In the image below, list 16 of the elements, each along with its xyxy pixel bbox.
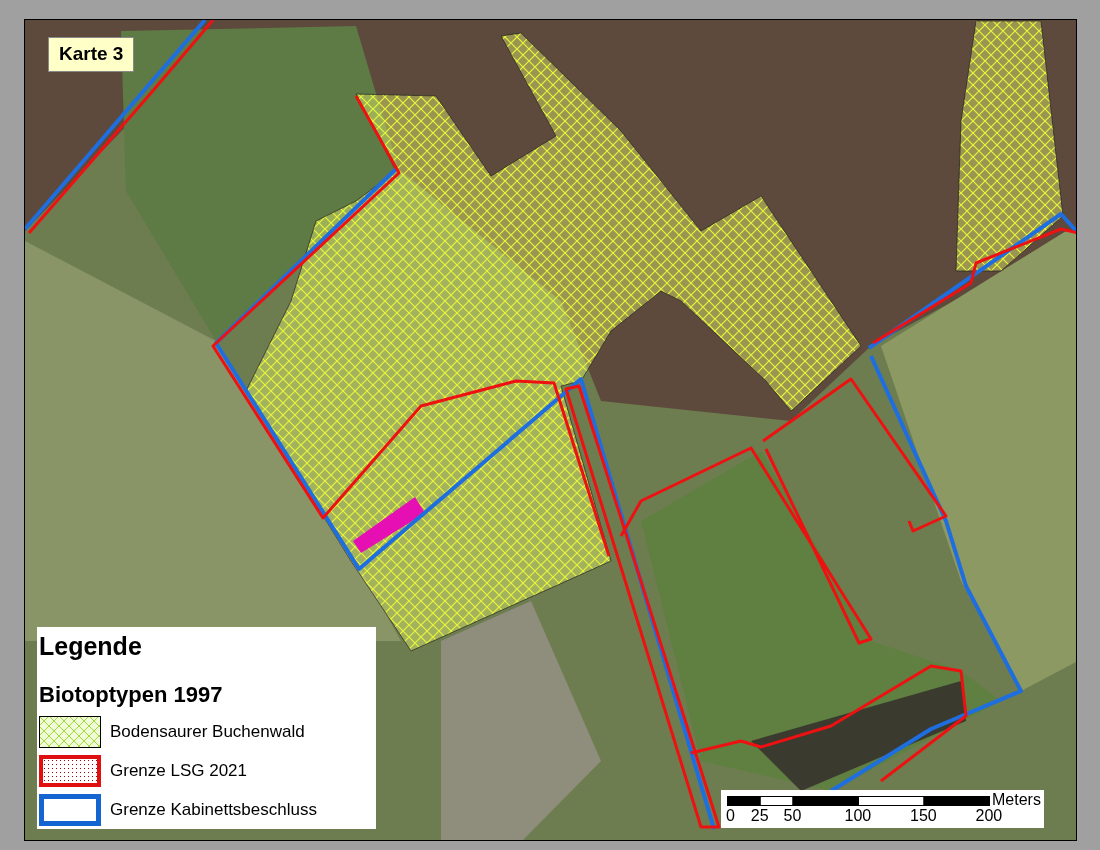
marked-area bbox=[353, 497, 425, 553]
hatched-fill-swatch-icon bbox=[39, 716, 101, 748]
scale-label: 50 bbox=[783, 808, 802, 824]
legend-label: Grenze Kabinettsbeschluss bbox=[110, 799, 317, 822]
legend-label: Grenze LSG 2021 bbox=[110, 760, 248, 783]
scale-label: 100 bbox=[844, 808, 872, 824]
legend-label: Bodensaurer Buchenwald bbox=[110, 721, 305, 744]
map-title-label: Karte 3 bbox=[48, 37, 135, 72]
legend-subtitle: Biotoptypen 1997 bbox=[39, 682, 223, 708]
dotted-outline-swatch-icon bbox=[39, 755, 101, 787]
scale-unit-label: Meters bbox=[992, 792, 1041, 808]
scale-label: 150 bbox=[910, 808, 937, 824]
scale-label: 200 bbox=[975, 808, 1003, 824]
scale-label: 0 bbox=[726, 808, 735, 824]
legend-title: Legende bbox=[39, 631, 142, 661]
scale-label: 25 bbox=[750, 808, 769, 824]
